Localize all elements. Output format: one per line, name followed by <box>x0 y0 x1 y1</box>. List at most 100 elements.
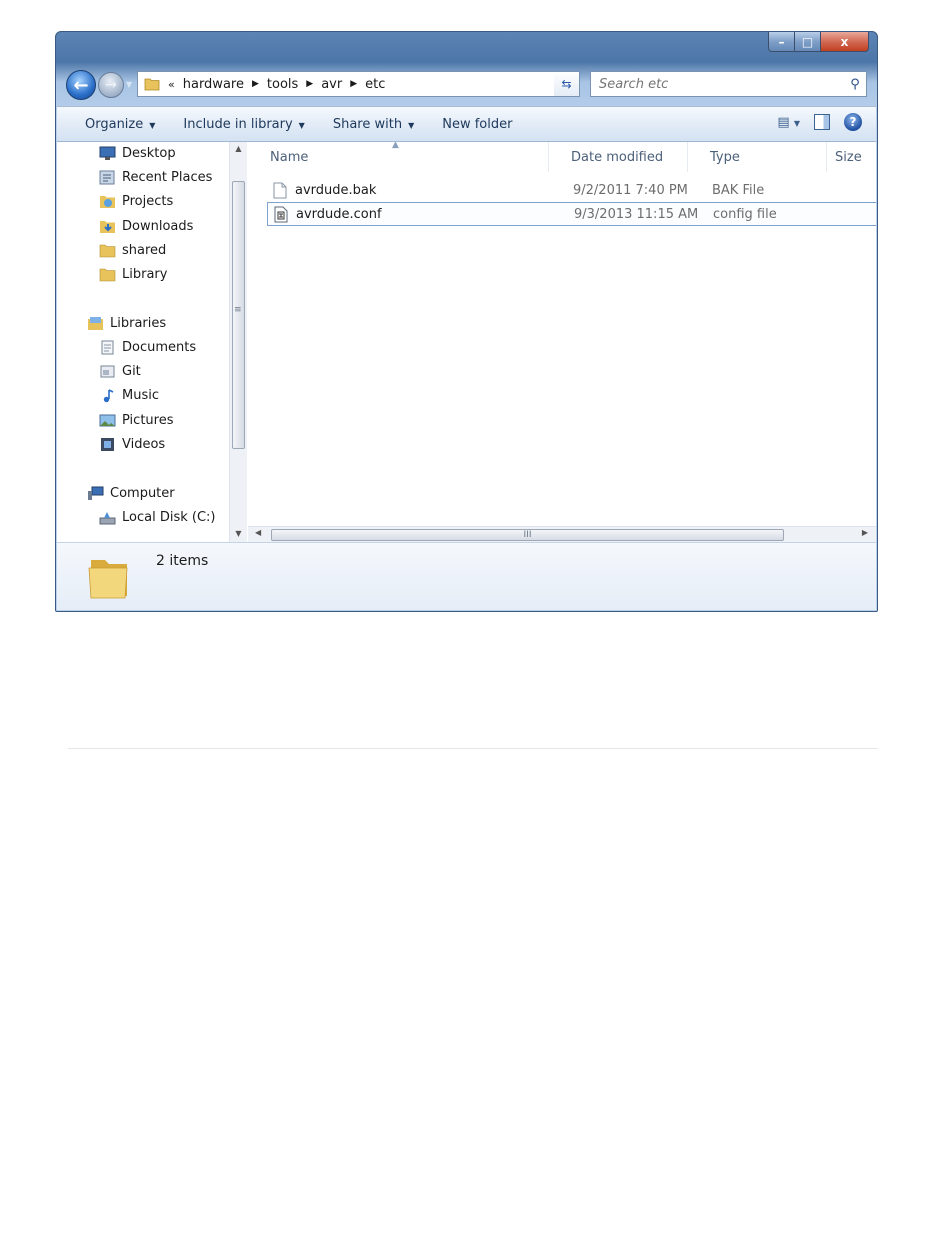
nav-label: shared <box>122 243 167 258</box>
maximize-icon: □ <box>801 34 814 49</box>
breadcrumb-hardware[interactable]: hardware <box>183 77 244 92</box>
include-in-library-button[interactable]: Include in library ▼ <box>183 117 304 132</box>
column-header-type[interactable]: Type <box>688 142 827 172</box>
config-file-icon <box>274 206 288 222</box>
new-folder-button[interactable]: New folder <box>442 117 512 132</box>
scroll-left-icon[interactable]: ◀ <box>255 528 261 537</box>
search-input[interactable] <box>591 75 844 93</box>
file-icon <box>273 182 287 198</box>
share-with-label: Share with <box>332 116 403 132</box>
details-view-icon: ▤ <box>777 114 790 130</box>
column-label: Name <box>270 149 309 165</box>
nav-item-recent-places[interactable]: Recent Places <box>99 170 212 185</box>
refresh-button[interactable]: ⇆ <box>554 71 580 97</box>
nav-item-videos[interactable]: Videos <box>99 437 165 452</box>
chevron-down-icon: ▼ <box>408 120 415 130</box>
nav-label: Music <box>122 388 159 403</box>
preview-pane-icon[interactable] <box>814 114 830 130</box>
documents-icon <box>101 340 114 355</box>
downloads-folder-icon <box>100 221 115 233</box>
chevron-down-icon: ▼ <box>149 120 156 130</box>
nav-label: Computer <box>110 486 175 501</box>
content-area: Desktop Recent Places Projects Downloads… <box>57 142 876 544</box>
search-box: ⚲ <box>590 71 867 97</box>
back-button[interactable]: ← <box>66 70 96 100</box>
scroll-right-icon[interactable]: ▶ <box>862 528 868 537</box>
file-row-selected[interactable]: avrdude.conf 9/3/2013 11:15 AM config fi… <box>267 202 876 226</box>
scroll-down-icon[interactable]: ▼ <box>230 529 247 538</box>
nav-item-projects[interactable]: Projects <box>99 194 173 209</box>
nav-item-pictures[interactable]: Pictures <box>99 413 173 428</box>
nav-item-library[interactable]: Library <box>99 267 167 282</box>
file-type: config file <box>713 206 777 222</box>
maximize-button[interactable]: □ <box>795 32 821 52</box>
forward-arrow-icon: → <box>105 77 117 93</box>
nav-label: Downloads <box>122 219 194 234</box>
nav-label: Documents <box>122 340 197 355</box>
pictures-icon <box>99 414 116 427</box>
navigation-pane: Desktop Recent Places Projects Downloads… <box>57 142 229 542</box>
nav-item-documents[interactable]: Documents <box>99 340 196 355</box>
folder-icon <box>99 244 116 258</box>
navigation-pane-scrollbar[interactable]: ▲ ≡ ▼ <box>229 142 247 542</box>
file-row[interactable]: avrdude.bak 9/2/2011 7:40 PM BAK File <box>267 178 876 202</box>
breadcrumb-etc[interactable]: etc <box>365 77 385 92</box>
refresh-icon: ⇆ <box>561 77 572 91</box>
item-count: 2 items <box>156 553 209 569</box>
nav-item-libraries[interactable]: Libraries <box>87 316 166 331</box>
nav-label: Desktop <box>122 146 176 161</box>
include-in-library-label: Include in library <box>183 116 293 132</box>
column-label: Date modified <box>571 149 664 165</box>
scroll-grip-icon: ≡ <box>234 305 242 315</box>
file-list: Name ▲ Date modified Type Size avrdude.b… <box>248 142 876 542</box>
explorer-window: – □ x ← → ▼ « hardware ▶ tools ▶ avr ▶ e… <box>55 31 878 612</box>
help-icon[interactable]: ? <box>844 113 862 131</box>
breadcrumb-avr[interactable]: avr <box>321 77 342 92</box>
file-type: BAK File <box>712 182 765 198</box>
nav-item-shared[interactable]: shared <box>99 243 166 258</box>
address-overflow[interactable]: « <box>168 78 175 91</box>
page-divider <box>68 748 878 749</box>
recent-pages-dropdown-icon[interactable]: ▼ <box>126 80 132 89</box>
videos-icon <box>101 438 114 451</box>
libraries-icon <box>88 317 103 330</box>
nav-item-desktop[interactable]: Desktop <box>99 146 176 161</box>
file-date-modified: 9/3/2013 11:15 AM <box>574 206 699 222</box>
breadcrumb-tools[interactable]: tools <box>267 77 298 92</box>
sort-ascending-icon: ▲ <box>392 142 399 150</box>
change-view-button[interactable]: ▤ ▼ <box>777 115 800 130</box>
breadcrumb-arrow-icon[interactable]: ▶ <box>350 79 357 89</box>
minimize-button[interactable]: – <box>768 32 795 52</box>
close-icon: x <box>840 34 849 49</box>
nav-item-git[interactable]: Git <box>99 364 141 379</box>
nav-item-downloads[interactable]: Downloads <box>99 219 193 234</box>
nav-item-music[interactable]: Music <box>99 388 159 403</box>
breadcrumb-arrow-icon[interactable]: ▶ <box>252 79 259 89</box>
column-header-name[interactable]: Name ▲ <box>248 142 549 172</box>
navigation-bar: ← → ▼ « hardware ▶ tools ▶ avr ▶ etc ▼ ⇆… <box>66 70 867 100</box>
scrollbar-thumb[interactable]: III <box>271 529 784 541</box>
desktop-icon <box>99 146 116 160</box>
file-name: avrdude.conf <box>296 206 382 222</box>
address-bar[interactable]: « hardware ▶ tools ▶ avr ▶ etc ▼ <box>137 71 580 97</box>
scroll-up-icon[interactable]: ▲ <box>230 144 247 153</box>
column-header-date-modified[interactable]: Date modified <box>549 142 688 172</box>
back-arrow-icon: ← <box>73 74 89 96</box>
close-button[interactable]: x <box>821 32 869 52</box>
nav-item-local-disk[interactable]: Local Disk (C:) <box>99 510 215 525</box>
command-bar: Organize ▼ Include in library ▼ Share with… <box>57 106 876 142</box>
organize-button[interactable]: Organize ▼ <box>85 117 155 132</box>
breadcrumb-arrow-icon[interactable]: ▶ <box>306 79 313 89</box>
caption-buttons: – □ x <box>768 32 869 54</box>
forward-button[interactable]: → <box>98 72 124 98</box>
nav-label: Library <box>122 267 168 282</box>
nav-item-computer[interactable]: Computer <box>87 486 175 501</box>
scrollbar-thumb[interactable] <box>232 181 245 449</box>
organize-label: Organize <box>85 116 144 132</box>
music-icon <box>103 389 114 403</box>
nav-label: Local Disk (C:) <box>122 510 216 525</box>
share-with-button[interactable]: Share with ▼ <box>333 117 414 132</box>
column-header-size[interactable]: Size <box>827 142 876 172</box>
command-bar-right: ▤ ▼ ? <box>777 113 862 131</box>
search-icon[interactable]: ⚲ <box>844 77 866 92</box>
